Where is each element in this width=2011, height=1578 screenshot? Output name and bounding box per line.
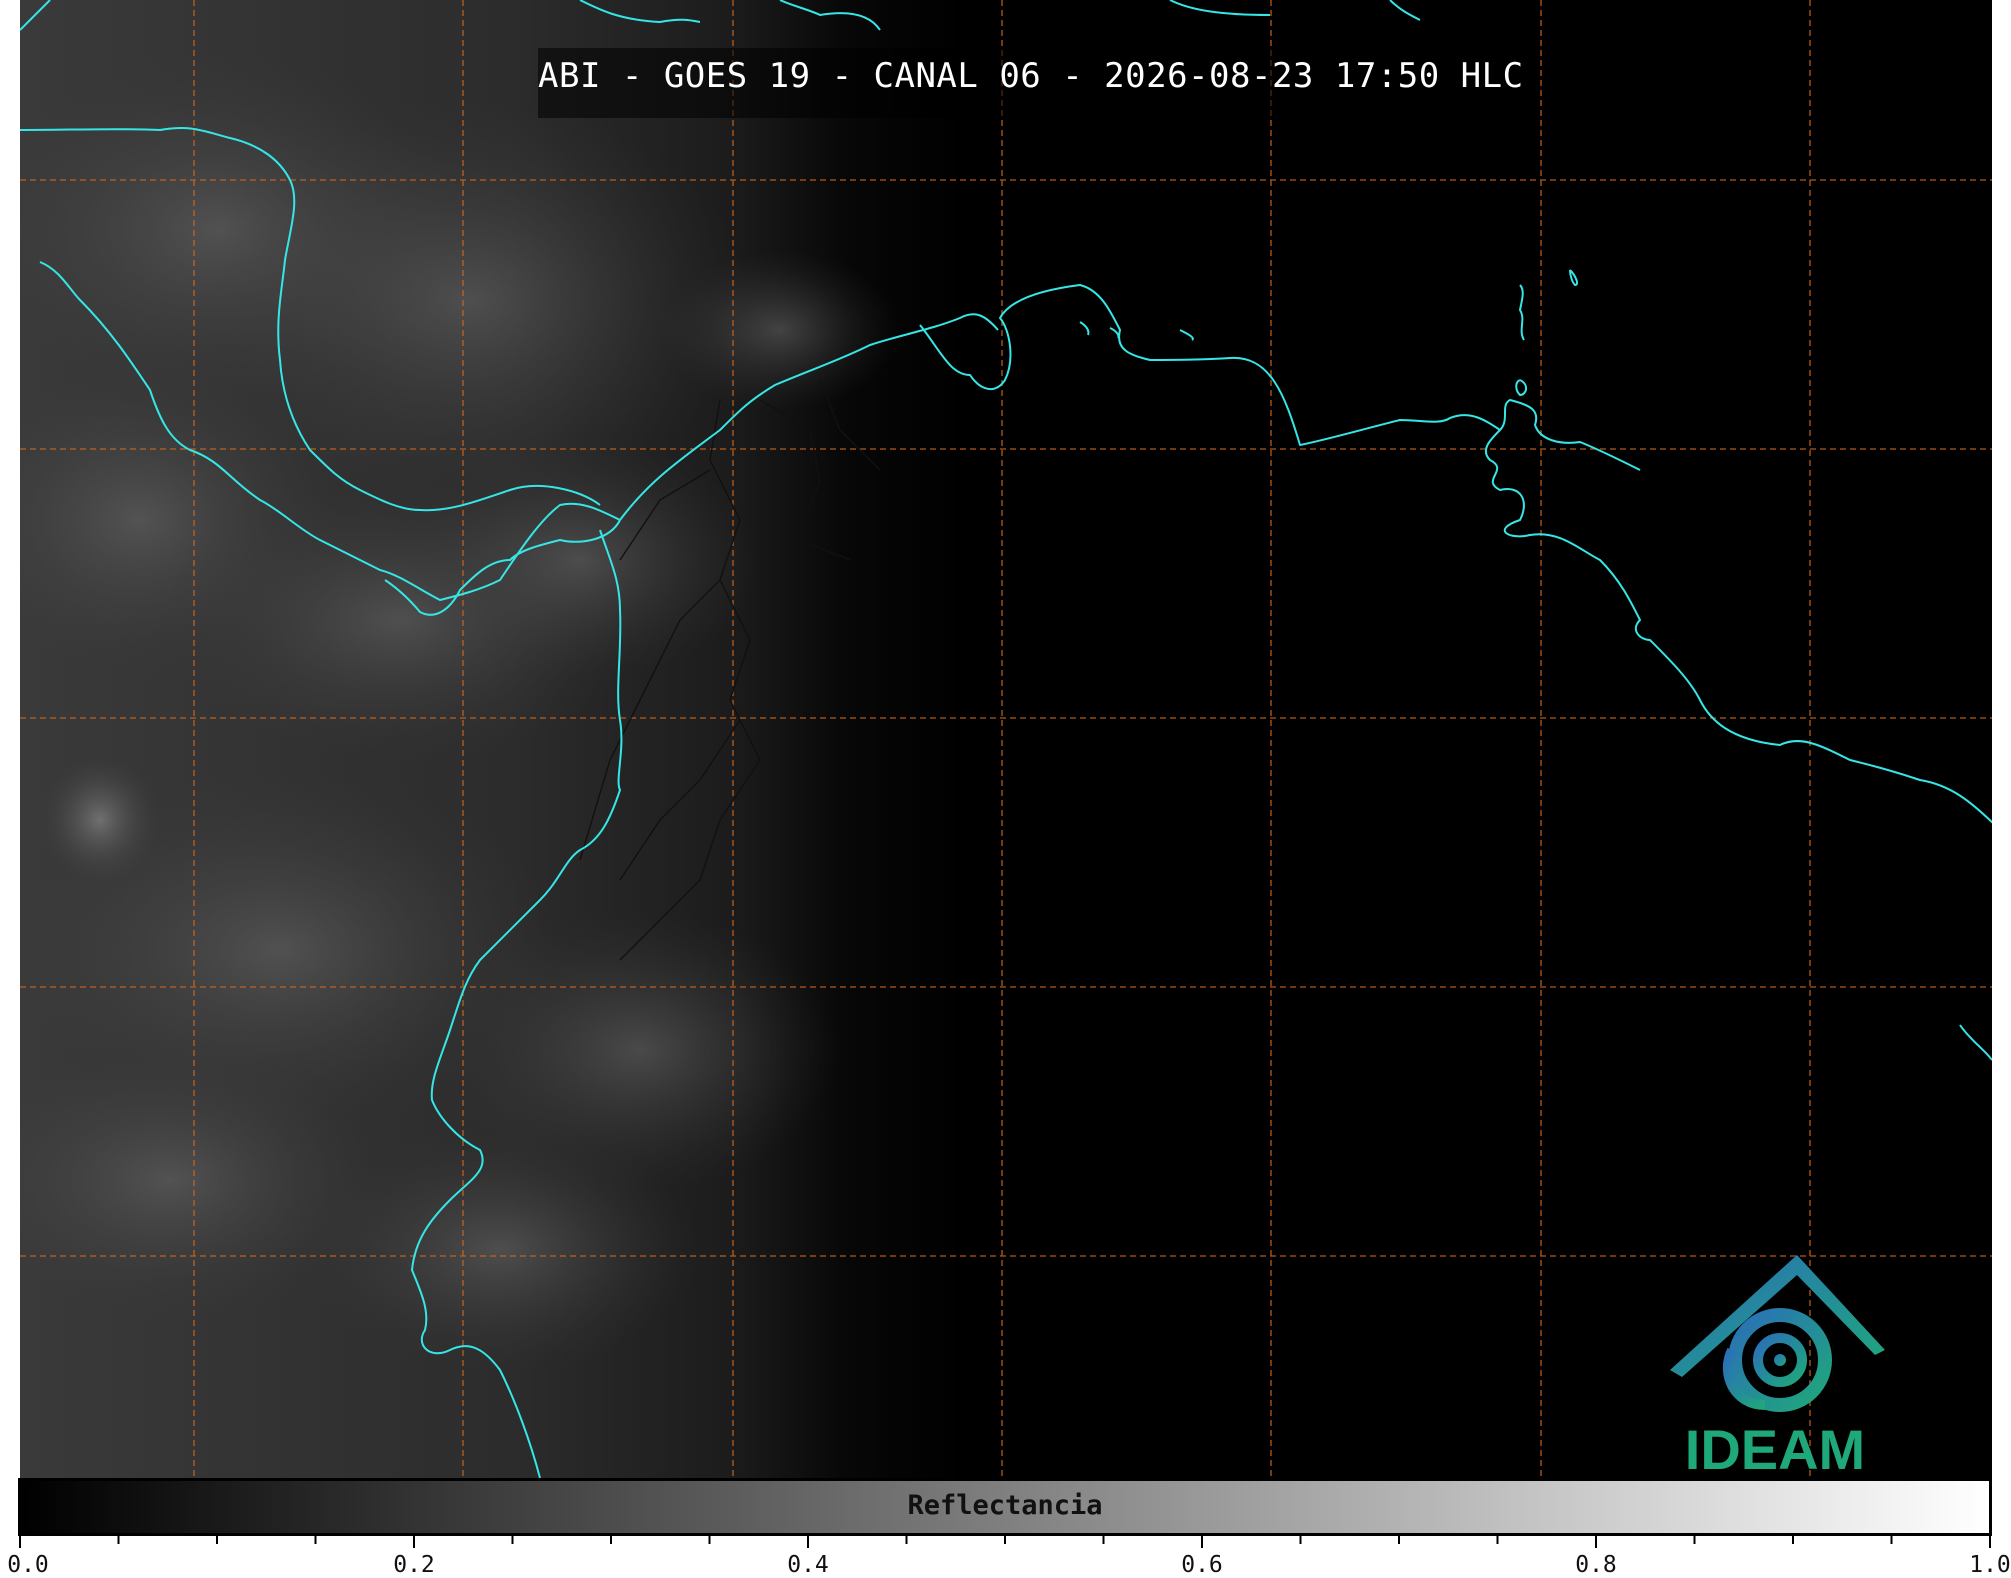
colorbar-ticks (19, 1536, 1991, 1548)
ideam-logo-text: IDEAM (1684, 1418, 1866, 1481)
map-title: ABI - GOES 19 - CANAL 06 - 2026-08-23 17… (538, 56, 1524, 96)
colorbar-tick-label: 1.0 (1969, 1552, 2011, 1578)
colorbar-tick-label: 0.6 (1181, 1552, 1223, 1578)
colorbar-label: Reflectancia (907, 1490, 1103, 1521)
colorbar-tick-label: 0.2 (393, 1552, 435, 1578)
colorbar-tick-label: 0.8 (1575, 1552, 1617, 1578)
colorbar-tick-label: 0.0 (7, 1552, 49, 1578)
colorbar-tick-label: 0.4 (787, 1552, 829, 1578)
